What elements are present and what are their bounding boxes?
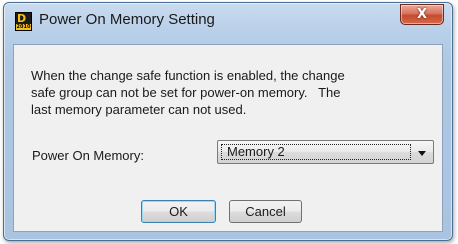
message-line: safe group can not be set for power-on m…: [31, 85, 341, 100]
window-title: Power On Memory Setting: [39, 11, 215, 28]
warning-message: When the change safe function is enabled…: [31, 67, 431, 118]
close-button[interactable]: X: [400, 4, 444, 25]
dialog-body: When the change safe function is enabled…: [13, 44, 443, 232]
chevron-down-icon[interactable]: [418, 151, 426, 156]
ok-button[interactable]: OK: [141, 200, 216, 223]
app-d-logo-icon: D 2010: [15, 12, 32, 31]
power-on-memory-label: Power On Memory:: [32, 148, 144, 163]
cancel-button[interactable]: Cancel: [229, 200, 302, 223]
selected-value: Memory 2: [227, 144, 285, 159]
message-line: last memory parameter can not used.: [31, 102, 247, 117]
power-on-memory-select[interactable]: Memory 2: [217, 140, 434, 164]
title-bar[interactable]: D 2010 Power On Memory Setting X: [4, 3, 452, 37]
power-on-memory-dialog: D 2010 Power On Memory Setting X When th…: [3, 2, 453, 241]
message-line: When the change safe function is enabled…: [31, 68, 345, 83]
close-icon: X: [416, 7, 428, 22]
